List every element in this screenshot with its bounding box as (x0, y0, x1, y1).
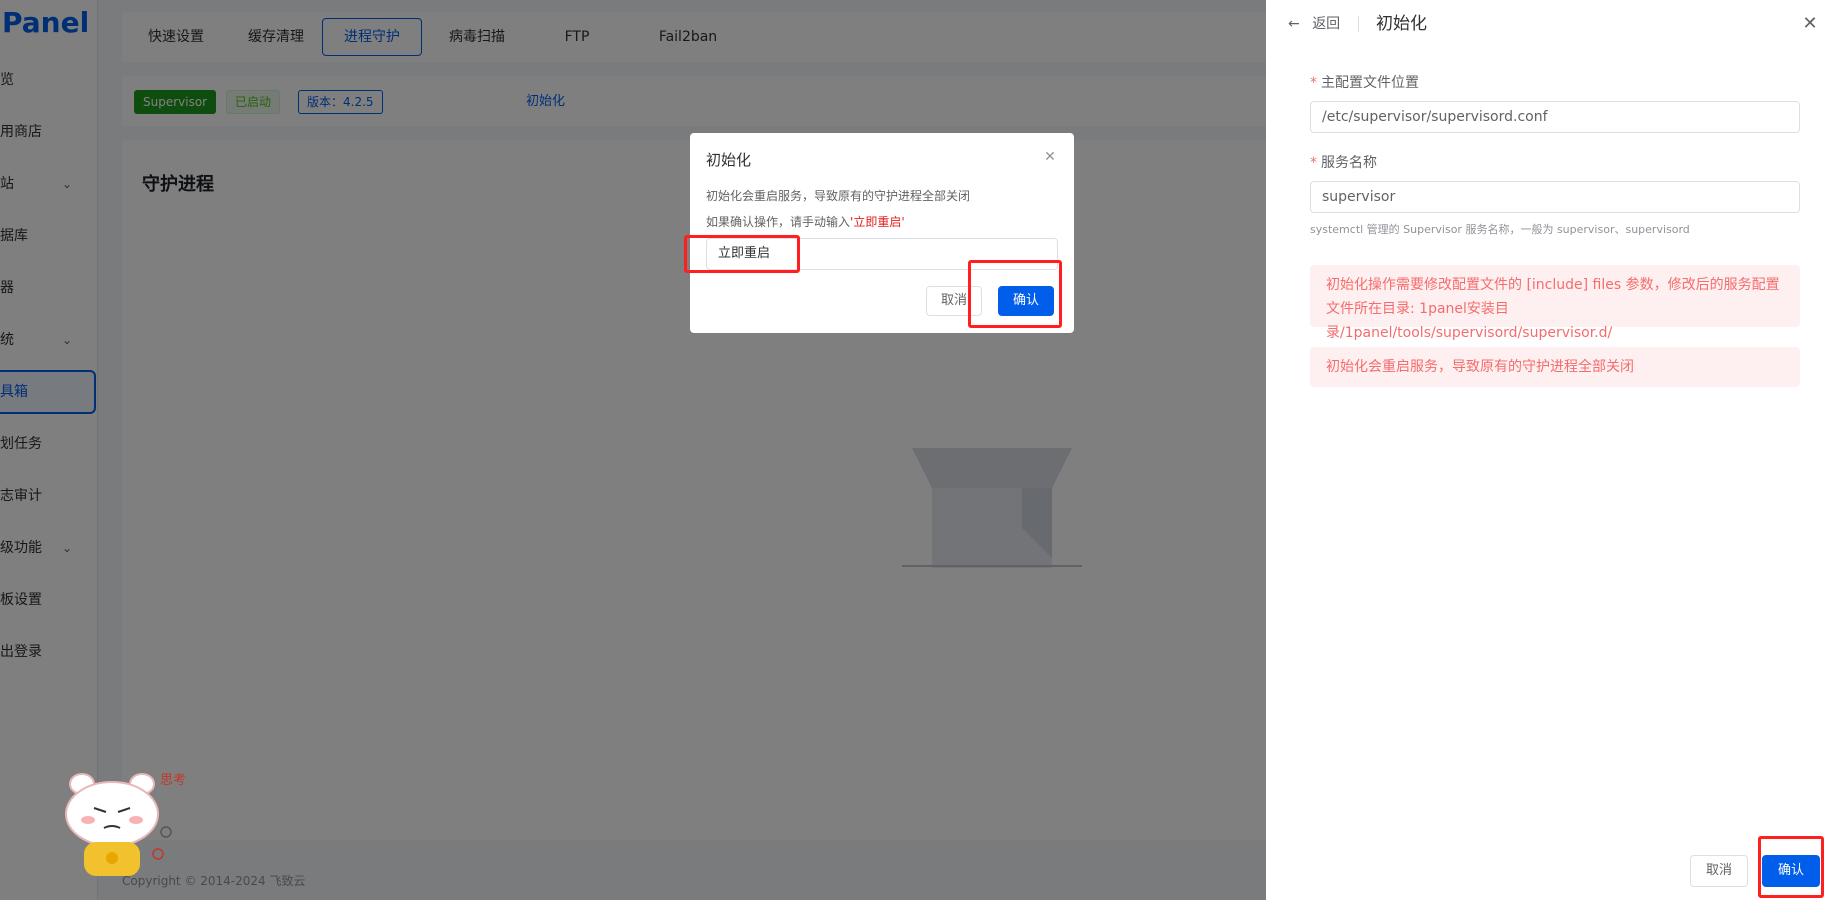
highlight-box-dialog-confirm (968, 260, 1062, 328)
dialog-message: 初始化会重启服务，导致原有的守护进程全部关闭 (706, 189, 971, 203)
close-icon[interactable]: ✕ (1040, 147, 1060, 167)
drawer-title: 初始化 (1376, 14, 1427, 34)
dialog-confirm-prompt: 如果确认操作，请手动输入'立即重启' (706, 215, 905, 229)
highlight-box-input (684, 235, 800, 273)
confirm-keyword: '立即重启' (850, 215, 905, 229)
service-name-hint: systemctl 管理的 Supervisor 服务名称，一般为 superv… (1310, 223, 1690, 236)
service-name-input[interactable]: supervisor (1310, 181, 1800, 213)
drawer-header: ← 返回 初始化 ✕ (1266, 0, 1842, 48)
back-button[interactable]: ← 返回 (1288, 12, 1340, 36)
config-path-input[interactable]: /etc/supervisor/supervisord.conf (1310, 101, 1800, 133)
header-divider (1358, 16, 1359, 32)
init-drawer: ← 返回 初始化 ✕ * 主配置文件位置 /etc/supervisor/supe… (1266, 0, 1842, 900)
service-name-label: * 服务名称 (1310, 155, 1377, 171)
config-path-label: * 主配置文件位置 (1310, 75, 1419, 91)
include-files-alert: 初始化操作需要修改配置文件的 [include] files 参数，修改后的服务… (1310, 265, 1800, 341)
arrow-left-icon: ← (1288, 16, 1300, 32)
restart-warning-alert: 初始化会重启服务，导致原有的守护进程全部关闭 (1310, 347, 1800, 387)
drawer-cancel-button[interactable]: 取消 (1690, 855, 1748, 887)
back-label: 返回 (1312, 16, 1341, 32)
dialog-title: 初始化 (706, 151, 752, 169)
mascot-sticker: 思考 (65, 773, 186, 876)
close-icon[interactable]: ✕ (1798, 12, 1822, 36)
highlight-box-drawer-confirm (1758, 836, 1824, 898)
mascot-label: 思考 (160, 773, 186, 788)
